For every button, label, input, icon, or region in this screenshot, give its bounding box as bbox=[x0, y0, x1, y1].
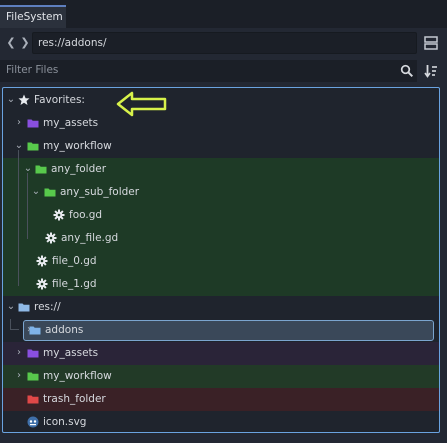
folder-icon bbox=[27, 372, 39, 381]
path-input[interactable]: res://addons/ bbox=[32, 32, 417, 54]
tree-item-label: foo.gd bbox=[69, 209, 103, 221]
tree-item-file-0-gd[interactable]: file_0.gd bbox=[3, 250, 439, 273]
chevron-down-icon[interactable]: ⌄ bbox=[6, 301, 16, 313]
dock-tab-bar: FileSystem bbox=[0, 0, 447, 28]
star-icon bbox=[18, 94, 30, 105]
folder-icon bbox=[18, 303, 30, 312]
folder-icon bbox=[27, 349, 39, 358]
tree-item-any-sub-folder[interactable]: ⌄ any_sub_folder bbox=[3, 181, 439, 204]
tab-filesystem[interactable]: FileSystem bbox=[0, 5, 66, 28]
res-root-label: res:// bbox=[34, 301, 61, 313]
tree-item-label: any_file.gd bbox=[61, 232, 119, 244]
tree-item-label: my_workflow bbox=[43, 140, 112, 152]
res-root-row[interactable]: ⌄ res:// bbox=[3, 296, 439, 319]
annotation-arrow-icon bbox=[116, 91, 167, 117]
folder-icon bbox=[27, 119, 39, 128]
tree-item-label: trash_folder bbox=[43, 393, 106, 405]
gear-icon bbox=[36, 255, 48, 267]
tree-item-any-folder[interactable]: ⌄ any_folder bbox=[3, 158, 439, 181]
filter-row: Filter Files bbox=[0, 59, 447, 83]
folder-icon bbox=[44, 188, 56, 197]
tree-item-my-workflow[interactable]: ⌄ my_workflow bbox=[3, 135, 439, 158]
chevron-down-icon[interactable]: ⌄ bbox=[31, 186, 41, 198]
folder-icon bbox=[27, 142, 39, 151]
folder-icon bbox=[29, 326, 41, 335]
search-icon bbox=[400, 64, 414, 78]
split-view-icon[interactable] bbox=[424, 36, 438, 50]
tree-item-label: any_folder bbox=[51, 163, 107, 175]
chevron-right-icon[interactable]: › bbox=[14, 117, 24, 129]
chevron-down-icon[interactable]: ⌄ bbox=[6, 94, 16, 106]
tree-item-file-1-gd[interactable]: file_1.gd bbox=[3, 273, 439, 296]
path-row: ❮ ❯ res://addons/ bbox=[0, 31, 447, 57]
tree-item-label: my_assets bbox=[43, 117, 99, 129]
tree-item-label: file_1.gd bbox=[52, 278, 97, 290]
chevron-right-icon[interactable]: › bbox=[14, 347, 24, 359]
tree-item-my-assets[interactable]: › my_assets bbox=[3, 112, 439, 135]
gear-icon bbox=[53, 209, 65, 221]
forward-button[interactable]: ❯ bbox=[19, 36, 31, 50]
file-tree[interactable]: ⌄ Favorites: › my_assets ⌄ my_workflow ⌄… bbox=[2, 87, 440, 433]
tree-item-label: icon.svg bbox=[43, 416, 87, 428]
gear-icon bbox=[45, 232, 57, 244]
tree-item-addons[interactable]: › addons bbox=[3, 319, 439, 342]
tree-item-trash-folder[interactable]: trash_folder bbox=[3, 388, 439, 411]
tree-item-label: my_assets bbox=[43, 347, 99, 359]
chevron-right-icon[interactable]: › bbox=[14, 370, 24, 382]
tree-item-my-workflow-res[interactable]: › my_workflow bbox=[3, 365, 439, 388]
chevron-down-icon[interactable]: ⌄ bbox=[14, 140, 24, 152]
tree-item-label: any_sub_folder bbox=[60, 186, 140, 198]
folder-icon bbox=[27, 395, 39, 404]
chevron-down-icon[interactable]: ⌄ bbox=[23, 163, 33, 175]
tree-item-label: file_0.gd bbox=[52, 255, 97, 267]
filter-files-input[interactable]: Filter Files bbox=[0, 60, 417, 82]
back-button[interactable]: ❮ bbox=[5, 36, 17, 50]
tree-item-any-file-gd[interactable]: any_file.gd bbox=[3, 227, 439, 250]
folder-icon bbox=[35, 165, 47, 174]
tree-item-my-assets-res[interactable]: › my_assets bbox=[3, 342, 439, 365]
sort-icon[interactable] bbox=[424, 63, 438, 79]
favorites-label: Favorites: bbox=[34, 94, 85, 106]
gear-icon bbox=[36, 278, 48, 290]
tree-item-icon-svg[interactable]: icon.svg bbox=[3, 411, 439, 432]
favorites-row[interactable]: ⌄ Favorites: bbox=[3, 89, 439, 112]
tree-item-foo-gd[interactable]: foo.gd bbox=[3, 204, 439, 227]
tree-item-label: addons bbox=[45, 324, 84, 336]
godot-icon bbox=[27, 416, 39, 428]
tree-item-label: my_workflow bbox=[43, 370, 112, 382]
